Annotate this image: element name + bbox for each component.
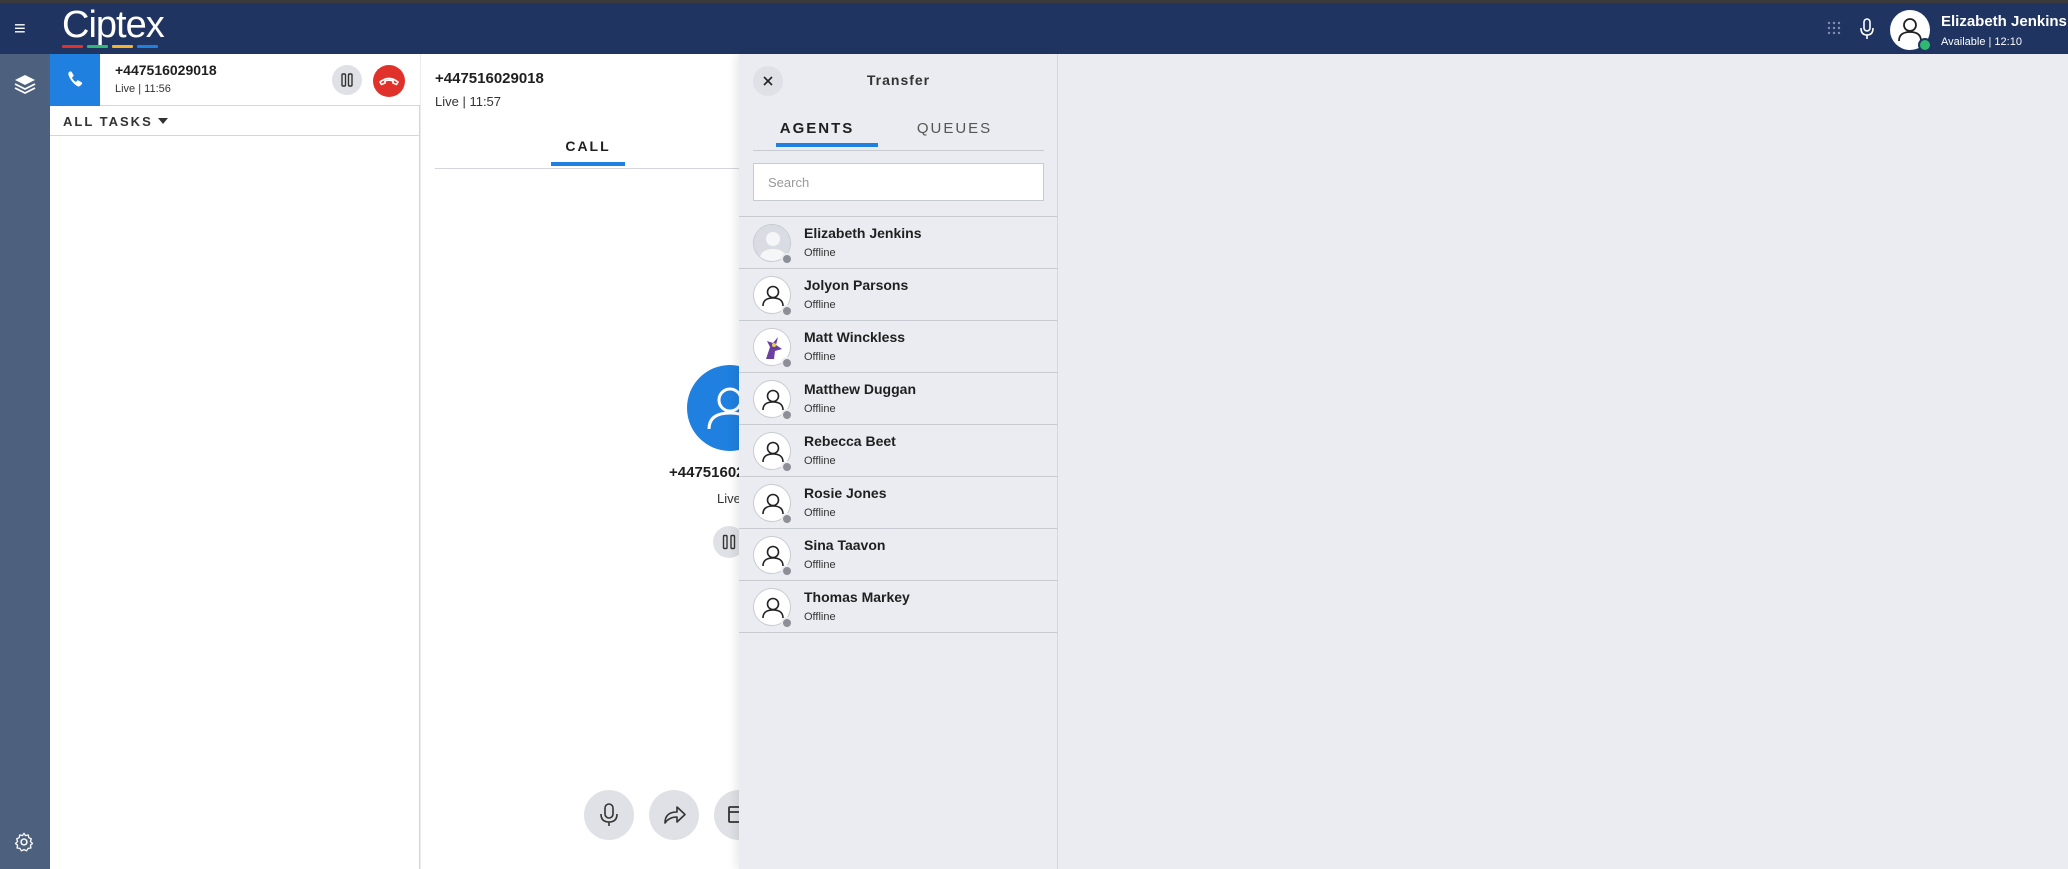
tab-call-indicator [551, 162, 625, 166]
agent-status: Offline [804, 507, 836, 519]
menu-icon[interactable]: ≡ [14, 19, 26, 39]
agent-status-dot [781, 357, 793, 369]
tab-agents[interactable]: AGENTS [777, 120, 857, 137]
agent-status: Offline [804, 351, 836, 363]
top-bar: ≡ Ciptex Elizabeth Jenkins Available | 1… [0, 0, 2068, 54]
layers-icon[interactable] [13, 72, 37, 96]
phone-icon [68, 71, 83, 87]
divider [435, 168, 739, 169]
agent-name: Sina Taavon [804, 537, 886, 553]
agent-status: Offline [804, 403, 836, 415]
agent-item[interactable]: Rosie Jones Offline [739, 477, 1058, 529]
tab-agents-indicator [776, 143, 878, 147]
agent-status-dot [781, 513, 793, 525]
logo-text: Ciptex [62, 4, 165, 46]
agent-name: Matt Winckless [804, 329, 906, 345]
hangup-icon [379, 77, 399, 86]
forward-icon [664, 806, 686, 824]
agent-name: Jolyon Parsons [804, 277, 909, 293]
agent-status: Offline [804, 455, 836, 467]
logo-bar-blue [137, 45, 158, 48]
caller-avatar [687, 365, 739, 451]
agent-item[interactable]: Elizabeth Jenkins Offline [739, 217, 1058, 269]
agent-name: Matthew Duggan [804, 381, 916, 397]
more-actions-button[interactable] [714, 790, 739, 840]
search-input[interactable] [753, 163, 1044, 201]
agent-name: Rebecca Beet [804, 433, 896, 449]
agent-item[interactable]: Sina Taavon Offline [739, 529, 1058, 581]
left-rail [0, 54, 50, 869]
pause-icon [341, 73, 353, 87]
agent-item[interactable]: Jolyon Parsons Offline [739, 269, 1058, 321]
caret-down-icon[interactable] [158, 118, 168, 124]
task-status: Live | 11:56 [115, 83, 171, 95]
call-number: +447516029018 [435, 70, 544, 87]
hold-button[interactable] [332, 65, 362, 95]
agent-name: Elizabeth Jenkins [804, 225, 922, 241]
all-tasks-filter[interactable]: ALL TASKS [63, 114, 153, 129]
divider [753, 150, 1044, 151]
agent-status: Offline [804, 559, 836, 571]
hangup-button[interactable] [373, 65, 405, 97]
agent-status-dot [781, 253, 793, 265]
user-name[interactable]: Elizabeth Jenkins [1941, 13, 2067, 30]
agent-status-dot [781, 565, 793, 577]
dialpad-icon[interactable] [1826, 21, 1842, 37]
microphone-icon [600, 803, 618, 826]
caller-number: +447516029018 [669, 464, 739, 481]
app-logo: Ciptex [62, 4, 165, 53]
transfer-title: Transfer [866, 72, 931, 88]
task-item[interactable]: +447516029018 Live | 11:56 [50, 54, 420, 106]
hold-button[interactable] [713, 526, 739, 558]
calendar-icon [728, 806, 739, 823]
pause-icon [722, 534, 736, 550]
gear-icon[interactable] [13, 831, 35, 853]
task-panel: +447516029018 Live | 11:56 ALL TASKS [50, 54, 420, 869]
agent-name: Rosie Jones [804, 485, 887, 501]
agent-status: Offline [804, 299, 836, 311]
mute-button[interactable] [584, 790, 634, 840]
task-channel-badge [50, 54, 100, 106]
agents-list: Elizabeth Jenkins Offline Jolyon Parsons… [739, 216, 1058, 633]
user-availability[interactable]: Available | 12:10 [1941, 36, 2022, 48]
agent-status-dot [781, 617, 793, 629]
agent-status: Offline [804, 611, 836, 623]
microphone-icon[interactable] [1858, 18, 1876, 40]
logo-color-bars [62, 45, 164, 48]
logo-bar-red [62, 45, 83, 48]
agent-item[interactable]: Matthew Duggan Offline [739, 373, 1058, 425]
call-panel: +447516029018 Live | 11:57 CALL +4475160… [421, 54, 739, 869]
agent-item[interactable]: Thomas Markey Offline [739, 581, 1058, 633]
transfer-panel: Transfer AGENTS QUEUES Elizabeth Jenkins… [739, 54, 1058, 869]
workspace-area [1058, 54, 2068, 869]
tab-call[interactable]: CALL [551, 138, 625, 154]
agent-status: Offline [804, 247, 836, 259]
caller-status: Live [717, 491, 739, 506]
divider [50, 135, 420, 136]
agent-item[interactable]: Rebecca Beet Offline [739, 425, 1058, 477]
agent-status-dot [781, 409, 793, 421]
transfer-button[interactable] [649, 790, 699, 840]
user-status-dot [1918, 38, 1932, 52]
agent-item[interactable]: Matt Winckless Offline [739, 321, 1058, 373]
call-status: Live | 11:57 [435, 94, 502, 109]
person-icon [707, 387, 739, 430]
logo-bar-green [87, 45, 108, 48]
tab-queues[interactable]: QUEUES [907, 120, 1002, 137]
logo-bar-yellow [112, 45, 133, 48]
agent-status-dot [781, 461, 793, 473]
task-number: +447516029018 [115, 62, 217, 78]
agent-name: Thomas Markey [804, 589, 910, 605]
agent-status-dot [781, 305, 793, 317]
